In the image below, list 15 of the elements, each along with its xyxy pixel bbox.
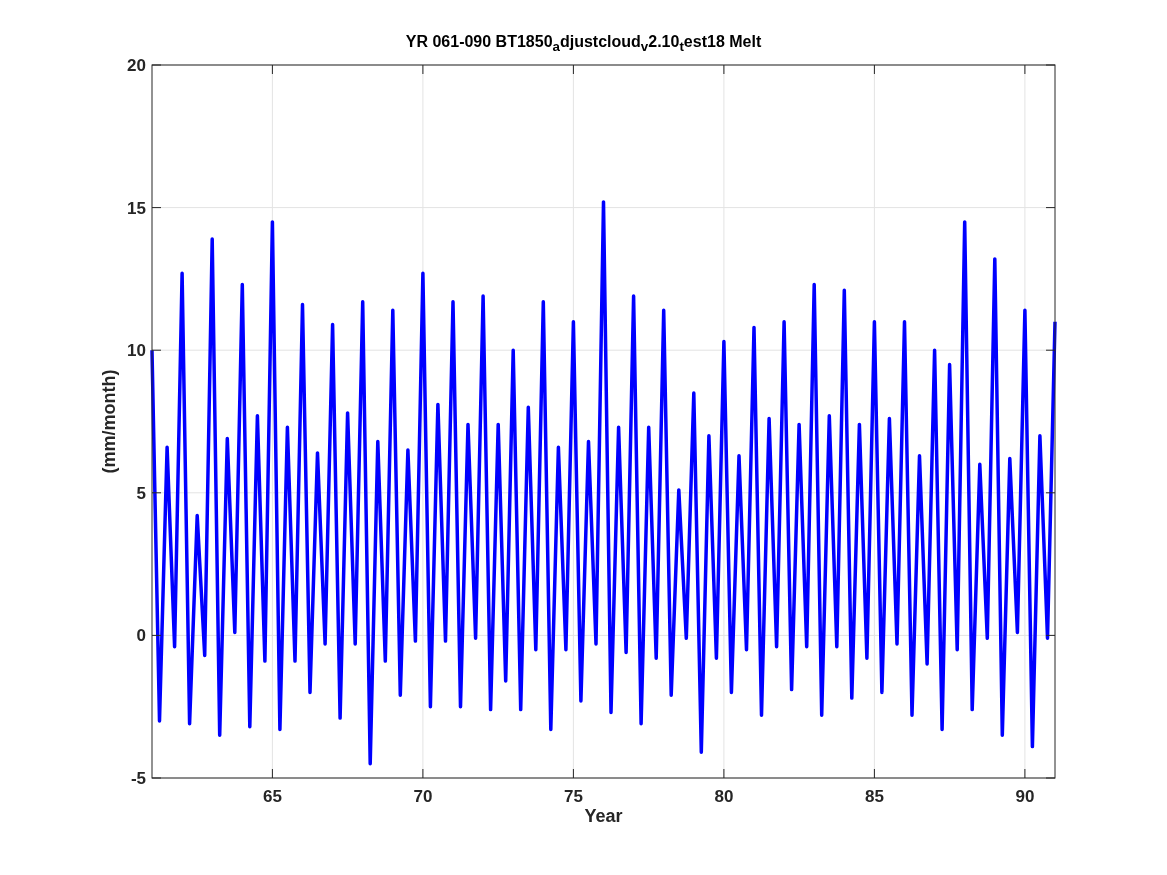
y-tick-label: 10 xyxy=(127,341,146,361)
chart-title: YR 061-090 BT1850$_{a}$djustcloud$_{v}$2.10$_{t}$est18 Melt xyxy=(405,31,762,55)
y-tick-label: 0 xyxy=(136,626,146,646)
x-tick-label: 80 xyxy=(714,787,734,806)
x-tick-label: 75 xyxy=(563,787,583,806)
y-axis-label: (mm/month) xyxy=(99,369,119,474)
x-tick-label: 85 xyxy=(864,787,884,806)
y-tick-label: 15 xyxy=(127,198,146,218)
x-tick-label: 90 xyxy=(1015,787,1035,806)
y-tick-label: 20 xyxy=(127,56,146,75)
x-tick-label: 70 xyxy=(413,787,433,806)
y-tick-label: -5 xyxy=(130,769,146,788)
y-tick-label: 5 xyxy=(136,483,146,503)
x-axis-label: Year xyxy=(584,806,623,826)
x-tick-label: 65 xyxy=(262,787,282,806)
